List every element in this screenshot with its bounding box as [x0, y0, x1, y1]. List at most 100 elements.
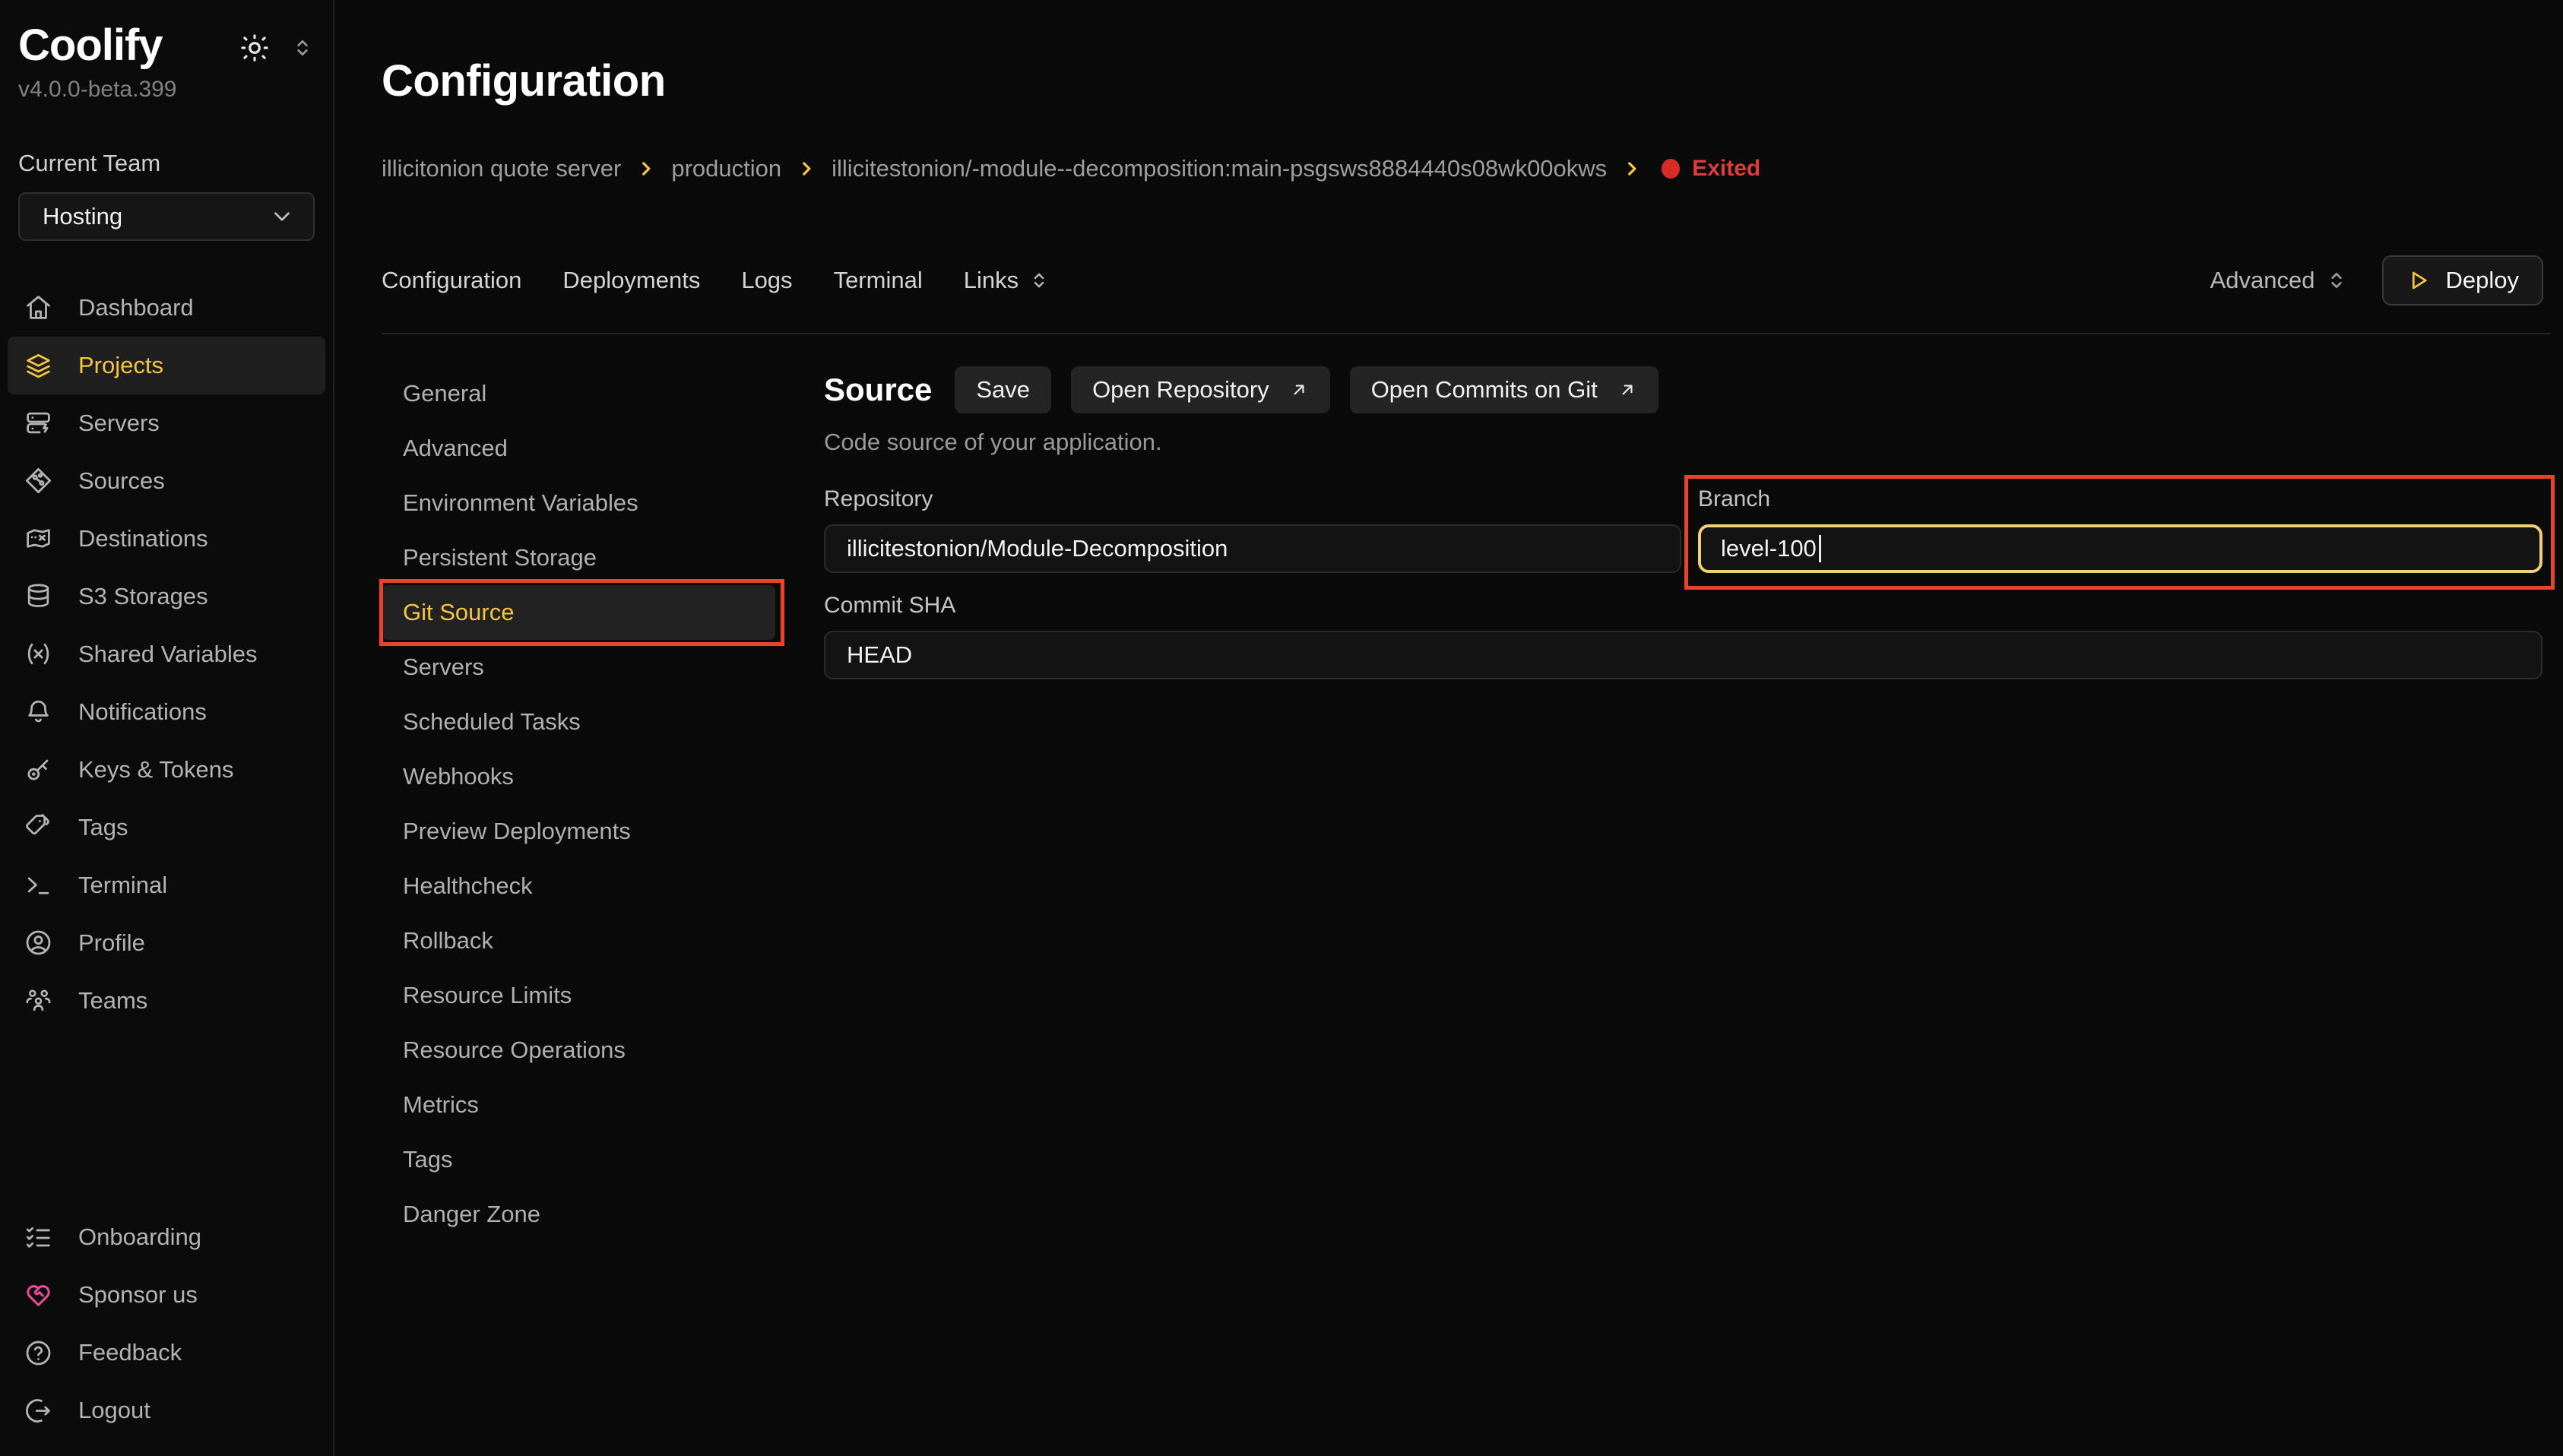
breadcrumb-project[interactable]: illicitonion quote server	[382, 155, 621, 182]
subnav-item-git-source[interactable]: Git Source	[382, 585, 775, 640]
repository-input[interactable]	[824, 524, 1681, 573]
sidebar-item-teams[interactable]: Teams	[8, 972, 325, 1030]
subnav-label: Environment Variables	[403, 489, 638, 517]
repository-field-group: Repository	[824, 486, 1681, 573]
subnav-label: Metrics	[403, 1091, 479, 1119]
commit-sha-label: Commit SHA	[824, 593, 2542, 619]
tab-deployments[interactable]: Deployments	[562, 267, 700, 294]
subnav-item-persistent-storage[interactable]: Persistent Storage	[382, 530, 775, 585]
tabs-row: Configuration Deployments Logs Terminal …	[382, 255, 2543, 305]
play-icon	[2406, 268, 2431, 293]
status-label: Exited	[1692, 156, 1760, 182]
home-icon	[24, 293, 52, 321]
subnav-label: Tags	[403, 1146, 452, 1173]
tab-configuration[interactable]: Configuration	[382, 267, 521, 294]
sidebar-item-dashboard[interactable]: Dashboard	[8, 279, 325, 337]
sidebar-item-feedback[interactable]: Feedback	[8, 1324, 325, 1382]
bell-icon	[24, 698, 52, 726]
git-source-icon	[24, 467, 52, 495]
logout-icon	[24, 1397, 52, 1425]
subnav-item-environment-variables[interactable]: Environment Variables	[382, 476, 775, 530]
subnav-label: Advanced	[403, 435, 508, 462]
subnav-item-servers[interactable]: Servers	[382, 640, 775, 695]
sidebar: Coolify v4.0.0-beta.399 Current Team Hos…	[0, 0, 334, 1456]
branch-value: level-100	[1721, 535, 1817, 562]
sidebar-item-onboarding[interactable]: Onboarding	[8, 1208, 325, 1266]
subnav-item-danger-zone[interactable]: Danger Zone	[382, 1187, 775, 1242]
tab-logs[interactable]: Logs	[741, 267, 792, 294]
config-subnav: General Advanced Environment Variables P…	[382, 366, 775, 1242]
subnav-item-rollback[interactable]: Rollback	[382, 913, 775, 968]
team-select-value: Hosting	[43, 203, 122, 230]
status-badge: Exited	[1662, 156, 1760, 182]
team-select[interactable]: Hosting	[18, 192, 315, 241]
app-logo: Coolify	[18, 23, 163, 69]
sidebar-item-servers[interactable]: Servers	[8, 394, 325, 452]
key-icon	[24, 755, 52, 783]
sidebar-item-label: Keys & Tokens	[78, 756, 233, 783]
save-button[interactable]: Save	[955, 366, 1051, 413]
sidebar-nav: Dashboard Projects Servers Sources Desti…	[0, 279, 333, 1030]
chevron-right-icon	[636, 159, 656, 179]
chevrons-up-down-icon	[2324, 268, 2349, 293]
sidebar-item-tags[interactable]: Tags	[8, 799, 325, 856]
subnav-item-resource-operations[interactable]: Resource Operations	[382, 1023, 775, 1078]
sidebar-item-keys-tokens[interactable]: Keys & Tokens	[8, 741, 325, 799]
open-repository-button[interactable]: Open Repository	[1071, 366, 1330, 413]
sidebar-item-label: Teams	[78, 987, 147, 1014]
subnav-label: Webhooks	[403, 763, 514, 790]
sidebar-item-notifications[interactable]: Notifications	[8, 683, 325, 741]
header-divider	[382, 333, 2551, 334]
database-icon	[24, 582, 52, 610]
subnav-item-tags[interactable]: Tags	[382, 1132, 775, 1187]
heart-hands-icon	[24, 1281, 52, 1309]
sidebar-item-label: Shared Variables	[78, 641, 258, 668]
sidebar-item-label: Feedback	[78, 1339, 182, 1366]
sidebar-item-label: Tags	[78, 814, 128, 841]
open-commits-button[interactable]: Open Commits on Git	[1350, 366, 1659, 413]
subnav-item-metrics[interactable]: Metrics	[382, 1078, 775, 1132]
sidebar-item-profile[interactable]: Profile	[8, 914, 325, 972]
breadcrumb-application[interactable]: illicitestonion/-module--decomposition:m…	[832, 155, 1607, 182]
tab-label: Terminal	[834, 267, 923, 294]
users-icon	[24, 986, 52, 1014]
subnav-label: Resource Operations	[403, 1037, 626, 1064]
subnav-item-scheduled-tasks[interactable]: Scheduled Tasks	[382, 695, 775, 749]
sidebar-item-shared-variables[interactable]: Shared Variables	[8, 625, 325, 683]
server-icon	[24, 409, 52, 437]
terminal-icon	[24, 871, 52, 899]
subnav-label: Scheduled Tasks	[403, 708, 581, 736]
branch-input[interactable]: level-100	[1698, 524, 2542, 573]
sidebar-item-label: Servers	[78, 410, 160, 437]
sidebar-item-sources[interactable]: Sources	[8, 452, 325, 510]
sidebar-item-terminal[interactable]: Terminal	[8, 856, 325, 914]
tab-links[interactable]: Links	[964, 267, 1050, 294]
breadcrumb: illicitonion quote server production ill…	[382, 155, 2563, 182]
advanced-selector[interactable]: Advanced	[2210, 267, 2349, 294]
sidebar-item-label: Logout	[78, 1397, 150, 1424]
subnav-item-advanced[interactable]: Advanced	[382, 421, 775, 476]
app-root: Coolify v4.0.0-beta.399 Current Team Hos…	[0, 0, 2563, 1456]
subnav-item-resource-limits[interactable]: Resource Limits	[382, 968, 775, 1023]
sidebar-item-label: Destinations	[78, 525, 208, 552]
tab-terminal[interactable]: Terminal	[834, 267, 923, 294]
subnav-item-preview-deployments[interactable]: Preview Deployments	[382, 804, 775, 859]
open-repository-label: Open Repository	[1092, 376, 1269, 404]
sidebar-item-logout[interactable]: Logout	[8, 1382, 325, 1439]
subnav-item-webhooks[interactable]: Webhooks	[382, 749, 775, 804]
chevron-right-icon	[797, 159, 816, 179]
commit-sha-input[interactable]	[824, 631, 2542, 679]
tab-label: Configuration	[382, 267, 521, 294]
sidebar-item-destinations[interactable]: Destinations	[8, 510, 325, 568]
theme-switcher-chevrons-icon[interactable]	[290, 36, 315, 60]
sidebar-item-s3-storages[interactable]: S3 Storages	[8, 568, 325, 625]
sidebar-item-projects[interactable]: Projects	[8, 337, 325, 394]
deploy-button[interactable]: Deploy	[2382, 255, 2544, 305]
theme-sun-icon[interactable]	[239, 32, 271, 64]
subnav-item-healthcheck[interactable]: Healthcheck	[382, 859, 775, 913]
source-fields: Repository Branch level-100	[824, 486, 2542, 573]
sidebar-item-sponsor-us[interactable]: Sponsor us	[8, 1266, 325, 1324]
subnav-item-general[interactable]: General	[382, 366, 775, 421]
subnav-label: Rollback	[403, 927, 493, 954]
breadcrumb-environment[interactable]: production	[671, 155, 781, 182]
